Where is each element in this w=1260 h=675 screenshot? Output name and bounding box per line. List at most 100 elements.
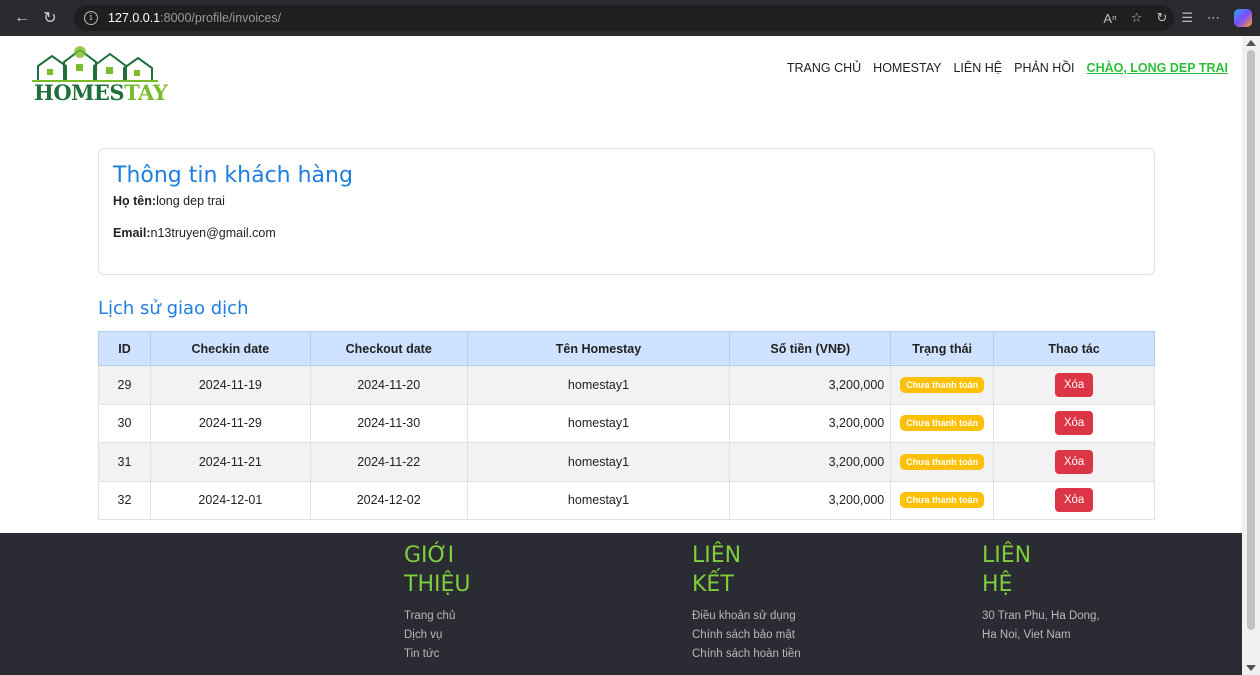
status-badge: Chưa thanh toán (900, 376, 985, 393)
cell-checkin: 2024-11-19 (149, 365, 311, 405)
status-badge: Chưa thanh toán (900, 453, 985, 470)
footer-link-home[interactable]: Trang chủ (404, 607, 564, 626)
main-nav: TRANG CHỦ HOMESTAY LIÊN HỆ PHẢN HỒI CHÀO… (787, 61, 1228, 75)
name-label: Họ tên: (113, 194, 157, 208)
footer-contact-title: LIÊN HỆ (982, 543, 1032, 597)
cell-checkout: 2024-11-22 (309, 442, 468, 482)
customer-email-row: Email:n13truyen@gmail.com (113, 226, 1140, 240)
favorites-icon[interactable]: ☰ (1181, 10, 1193, 26)
cell-status: Chưa thanh toán (890, 403, 995, 443)
cell-action: Xóa (993, 480, 1155, 520)
nav-feedback[interactable]: PHẢN HỒI (1014, 61, 1074, 75)
nav-contact[interactable]: LIÊN HỆ (953, 61, 1002, 75)
footer-link-privacy[interactable]: Chính sách bảo mật (692, 626, 852, 645)
copilot-icon[interactable] (1234, 9, 1252, 27)
col-amount: Số tiền (VNĐ) (729, 331, 892, 366)
customer-info-card: Thông tin khách hàng Họ tên:long dep tra… (98, 148, 1155, 275)
cell-checkin: 2024-11-21 (149, 442, 311, 482)
name-value: long dep trai (156, 194, 225, 208)
cell-homestay: homestay1 (466, 480, 731, 520)
houses-logo-icon (32, 46, 158, 82)
url-host: 127.0.0.1 (108, 11, 161, 25)
page-scrollbar[interactable] (1242, 36, 1260, 675)
invoice-table: ID Checkin date Checkout date Tên Homest… (98, 331, 1155, 520)
cell-homestay: homestay1 (466, 442, 731, 482)
status-badge: Chưa thanh toán (900, 492, 985, 509)
footer-address-line1: 30 Tran Phu, Ha Dong, (982, 610, 1100, 622)
cell-amount: 3,200,000 (729, 403, 892, 443)
customer-name-row: Họ tên:long dep trai (113, 194, 1140, 208)
footer-link-news[interactable]: Tin tức (404, 645, 564, 664)
email-value: n13truyen@gmail.com (150, 226, 276, 240)
page-viewport: HOMESTAY TRANG CHỦ HOMESTAY LIÊN HỆ PHẢN… (0, 36, 1242, 675)
cell-checkout: 2024-11-30 (309, 403, 468, 443)
footer-links-title: LIÊN KẾT (692, 543, 742, 597)
footer-contact: LIÊN HỆ 30 Tran Phu, Ha Dong, Ha Noi, Vi… (982, 541, 1142, 645)
cell-status: Chưa thanh toán (890, 365, 995, 405)
cell-id: 32 (98, 480, 151, 520)
table-row: 32 2024-12-01 2024-12-02 homestay1 3,200… (98, 480, 1155, 520)
footer-about: GIỚI THIỆU Trang chủ Dịch vụ Tin tức (404, 541, 564, 664)
email-label: Email: (113, 226, 151, 240)
delete-button[interactable]: Xóa (1054, 372, 1094, 397)
refresh-icon[interactable]: ↻ (1156, 10, 1167, 26)
url-path: :8000/profile/invoices/ (160, 11, 282, 25)
back-icon[interactable]: ← (8, 4, 36, 32)
cell-amount: 3,200,000 (729, 442, 892, 482)
footer-about-title: GIỚI THIỆU (404, 543, 471, 597)
col-action: Thao tác (993, 331, 1155, 366)
read-aloud-icon[interactable]: Aⁿ (1103, 11, 1116, 26)
cell-action: Xóa (993, 403, 1155, 443)
cell-id: 30 (98, 403, 151, 443)
table-row: 31 2024-11-21 2024-11-22 homestay1 3,200… (98, 442, 1155, 482)
cell-id: 31 (98, 442, 151, 482)
col-checkout: Checkout date (309, 331, 468, 366)
status-badge: Chưa thanh toán (900, 415, 985, 432)
col-status: Trạng thái (890, 331, 995, 366)
cell-homestay: homestay1 (466, 365, 731, 405)
customer-info-title: Thông tin khách hàng (113, 163, 353, 188)
cell-status: Chưa thanh toán (890, 442, 995, 482)
delete-button[interactable]: Xóa (1054, 488, 1094, 513)
col-id: ID (98, 331, 151, 366)
cell-homestay: homestay1 (466, 403, 731, 443)
cell-id: 29 (98, 365, 151, 405)
delete-button[interactable]: Xóa (1054, 449, 1094, 474)
cell-status: Chưa thanh toán (890, 480, 995, 520)
delete-button[interactable]: Xóa (1054, 411, 1094, 436)
table-row: 30 2024-11-29 2024-11-30 homestay1 3,200… (98, 403, 1155, 443)
browser-toolbar: ← ↻ i 127.0.0.1:8000/profile/invoices/ A… (0, 0, 1260, 36)
scroll-up-icon[interactable] (1246, 40, 1256, 46)
cell-checkin: 2024-12-01 (149, 480, 311, 520)
site-info-icon[interactable]: i (84, 11, 98, 25)
site-logo[interactable]: HOMESTAY (30, 44, 168, 105)
cell-checkout: 2024-12-02 (309, 480, 468, 520)
logo-wordmark: HOMESTAY (34, 80, 168, 105)
cell-action: Xóa (993, 365, 1155, 405)
table-header-row: ID Checkin date Checkout date Tên Homest… (98, 331, 1155, 366)
nav-homestay[interactable]: HOMESTAY (873, 61, 941, 75)
footer-address-line2: Ha Noi, Viet Nam (982, 629, 1071, 641)
cell-action: Xóa (993, 442, 1155, 482)
cell-checkout: 2024-11-20 (309, 365, 468, 405)
footer-links: LIÊN KẾT Điều khoản sử dụng Chính sách b… (692, 541, 852, 664)
more-icon[interactable]: ⋯ (1207, 10, 1220, 26)
reload-icon[interactable]: ↻ (36, 4, 64, 32)
footer-link-refund[interactable]: Chính sách hoàn tiền (692, 645, 852, 664)
scrollbar-thumb[interactable] (1247, 50, 1255, 630)
address-bar[interactable]: i 127.0.0.1:8000/profile/invoices/ (74, 5, 1174, 31)
cell-amount: 3,200,000 (729, 480, 892, 520)
favorite-star-icon[interactable]: ☆ (1131, 10, 1143, 26)
cell-amount: 3,200,000 (729, 365, 892, 405)
transaction-history-title: Lịch sử giao dịch (98, 298, 249, 319)
cell-checkin: 2024-11-29 (149, 403, 311, 443)
user-greeting-link[interactable]: CHÀO, LONG DEP TRAI (1087, 61, 1228, 75)
footer-link-terms[interactable]: Điều khoản sử dụng (692, 607, 852, 626)
footer-link-services[interactable]: Dịch vụ (404, 626, 564, 645)
col-checkin: Checkin date (149, 331, 311, 366)
site-footer: GIỚI THIỆU Trang chủ Dịch vụ Tin tức LIÊ… (0, 533, 1242, 675)
scroll-down-icon[interactable] (1246, 665, 1256, 671)
table-row: 29 2024-11-19 2024-11-20 homestay1 3,200… (98, 365, 1155, 405)
nav-home[interactable]: TRANG CHỦ (787, 61, 861, 75)
col-homestay: Tên Homestay (466, 331, 731, 366)
